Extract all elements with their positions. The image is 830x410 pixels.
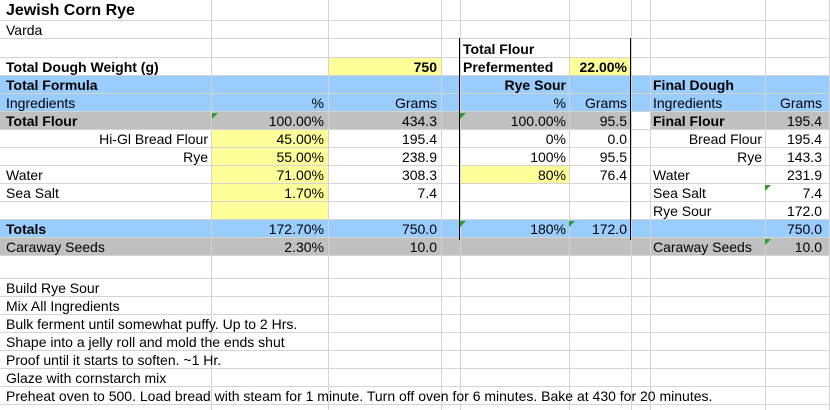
total-flour-sour-pct: 100.00% [510, 113, 566, 129]
final-flour-label: Final Flour [653, 113, 725, 129]
section-total-formula: Total Formula [6, 77, 98, 93]
col-sour-grams: Grams [585, 95, 627, 111]
col-final-ingredients: Ingredients [653, 95, 723, 111]
instruction-line: Proof until it starts to soften. ~1 Hr. [6, 352, 222, 368]
caraway-pct: 2.30% [284, 239, 324, 255]
col-percent: % [311, 95, 324, 111]
hi-gl-sour-grams: 0.0 [607, 131, 627, 147]
comment-indicator[interactable] [765, 185, 771, 191]
total-flour-label: Total Flour [6, 113, 78, 129]
totals-label: Totals [6, 221, 47, 237]
rye-sour-pct: 100% [530, 149, 566, 165]
section-final-dough: Final Dough [653, 77, 734, 93]
total-flour-sour-grams: 95.5 [599, 113, 627, 129]
total-flour-grams: 434.3 [401, 113, 437, 129]
instruction-line: Bulk ferment until somewhat puffy. Up to… [6, 316, 298, 332]
bread-flour-label: Bread Flour [688, 131, 762, 147]
hi-gl-grams: 195.4 [401, 131, 437, 147]
preferment-percent[interactable]: 22.00% [570, 58, 627, 76]
section-rye-sour: Rye Sour [504, 77, 566, 93]
instruction-line: Build Rye Sour [6, 280, 100, 296]
hi-gl-label: Hi-Gl Bread Flour [99, 131, 208, 147]
salt-label: Sea Salt [6, 185, 59, 201]
water-sour-pct[interactable]: 80% [462, 166, 566, 184]
final-dough-left-border [630, 38, 631, 240]
final-rye-sour-label: Rye Sour [653, 203, 712, 219]
instruction-line: Shape into a jelly roll and mold the end… [6, 334, 285, 350]
caraway-grams: 10.0 [409, 239, 437, 255]
spreadsheet: Jewish Corn Rye Varda Total Flour Prefer… [0, 0, 830, 410]
water-pct[interactable]: 71.00% [212, 166, 324, 184]
final-caraway-grams: 10.0 [794, 239, 822, 255]
final-water-label: Water [653, 167, 690, 183]
hi-gl-pct[interactable]: 45.00% [212, 130, 324, 148]
totals-final-grams: 750.0 [786, 221, 822, 237]
rye-grams: 238.9 [401, 149, 437, 165]
total-dough-weight-label: Total Dough Weight (g) [6, 59, 159, 75]
water-label: Water [6, 167, 43, 183]
hi-gl-sour-pct: 0% [545, 131, 566, 147]
rye-sour-grams: 95.5 [599, 149, 627, 165]
final-salt-grams: 7.4 [802, 185, 822, 201]
comment-indicator[interactable] [460, 113, 466, 119]
water-sour-grams: 76.4 [599, 167, 627, 183]
final-rye-grams: 143.3 [786, 149, 822, 165]
totals-grams: 750.0 [401, 221, 437, 237]
salt-grams: 7.4 [417, 185, 437, 201]
final-flour-grams: 195.4 [786, 113, 822, 129]
instruction-line: Mix All Ingredients [6, 298, 120, 314]
water-grams: 308.3 [401, 167, 437, 183]
bread-flour-grams: 195.4 [786, 131, 822, 147]
instruction-line: Glaze with cornstarch mix [6, 370, 167, 386]
rye-sour-left-border [459, 38, 460, 240]
comment-indicator[interactable] [212, 113, 218, 119]
col-final-grams: Grams [780, 95, 822, 111]
total-flour-pct: 100.00% [268, 113, 324, 129]
comment-indicator[interactable] [460, 221, 466, 227]
preferment-label: Prefermented [463, 59, 554, 75]
recipe-title: Jewish Corn Rye [6, 2, 135, 19]
caraway-label: Caraway Seeds [6, 239, 105, 255]
rye-label: Rye [183, 149, 208, 165]
totals-sour-grams: 172.0 [591, 221, 627, 237]
recipe-author: Varda [6, 22, 43, 38]
totals-pct: 172.70% [268, 221, 324, 237]
totals-sour-pct: 180% [530, 221, 566, 237]
final-caraway-label: Caraway Seeds [653, 239, 752, 255]
rye-pct[interactable]: 55.00% [212, 148, 324, 166]
comment-indicator[interactable] [569, 221, 575, 227]
salt-pct[interactable]: 1.70% [212, 184, 324, 202]
col-ingredients: Ingredients [6, 95, 76, 111]
col-sour-percent: % [553, 95, 566, 111]
final-rye-sour-grams: 172.0 [786, 203, 822, 219]
final-water-grams: 231.9 [786, 167, 822, 183]
total-dough-weight-value[interactable]: 750 [330, 58, 437, 76]
final-rye-label: Rye [737, 149, 762, 165]
final-salt-label: Sea Salt [653, 185, 706, 201]
total-flour-preferment-label: Total Flour [463, 41, 535, 57]
col-grams: Grams [395, 95, 437, 111]
instruction-line: Preheat oven to 500. Load bread with ste… [6, 388, 713, 404]
comment-indicator[interactable] [765, 239, 771, 245]
